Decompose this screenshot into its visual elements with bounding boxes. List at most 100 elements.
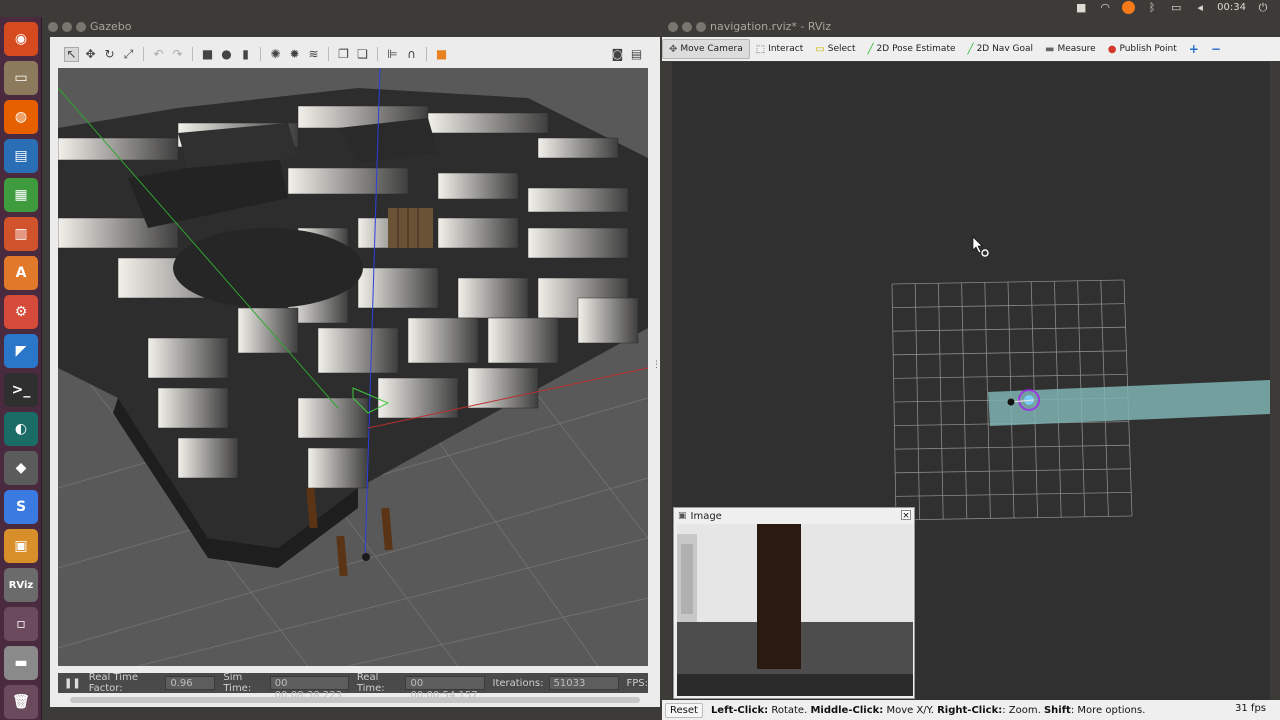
rotate-mode-icon[interactable]: ↻	[102, 47, 117, 62]
toolbar-separator	[328, 47, 329, 61]
select-mode-icon[interactable]: ↖	[64, 46, 79, 62]
tool-2d-pose-estimate[interactable]: ╱ 2D Pose Estimate	[862, 39, 962, 59]
simplenote-icon[interactable]: S	[4, 490, 38, 524]
real-time-label: Real Time:	[356, 672, 385, 694]
tool-interact-icon: ⬚	[755, 43, 766, 55]
remove-tool-icon[interactable]: −	[1205, 39, 1227, 59]
rtf-label: Real Time Factor:	[88, 672, 138, 694]
box-shape-icon[interactable]: ■	[200, 47, 215, 62]
power-icon[interactable]: ⏻	[1256, 1, 1270, 14]
rviz-icon[interactable]: RViz	[4, 568, 38, 602]
firefox-update-icon[interactable]	[1122, 1, 1136, 14]
iterations-label: Iterations:	[492, 677, 544, 689]
trash-icon[interactable]: 🗑	[4, 685, 38, 719]
scale-mode-icon[interactable]: ⤢	[121, 47, 136, 62]
gazebo-titlebar: Gazebo	[42, 17, 660, 37]
rtf-value: 0.96	[165, 676, 216, 690]
shift-desc: : More options.	[1070, 704, 1146, 716]
screenshot-icon[interactable]: ◙	[610, 47, 625, 62]
rviz-status-bar: Reset Left-Click: Rotate. Middle-Click: …	[662, 700, 1280, 720]
bluetooth-icon[interactable]: ᛒ	[1145, 1, 1159, 14]
camera-icon[interactable]: ■	[1074, 1, 1088, 14]
pause-icon[interactable]: ❚❚	[64, 678, 81, 689]
clock[interactable]: 00:34	[1217, 2, 1246, 13]
drive-icon[interactable]: ▬	[4, 646, 38, 680]
virtualbox-icon[interactable]: ▣	[4, 529, 38, 563]
maximize-window-button[interactable]	[696, 22, 706, 32]
align-icon[interactable]: ⊫	[385, 47, 400, 62]
record-icon[interactable]: ▤	[629, 47, 644, 62]
tool-publish-point-label: Publish Point	[1119, 44, 1177, 54]
reset-button[interactable]: Reset	[665, 702, 703, 718]
writer-icon[interactable]: ▤	[4, 139, 38, 173]
battery-icon[interactable]: ▭	[1169, 1, 1183, 14]
gazebo-toolbar: ↖ ✥ ↻ ⤢ ↶ ↷ ■ ● ▮ ✺ ✹ ≋ ❐ ❏ ⊫ ∩ ■ ◙ ▤	[58, 42, 650, 66]
right-click-key: Right-Click:	[937, 704, 1003, 716]
tool-publish-point-icon: ●	[1107, 43, 1117, 55]
toolbar-separator	[143, 47, 144, 61]
splitter-handle[interactable]: ⋮	[652, 360, 661, 380]
gazebo-3d-scene[interactable]	[58, 68, 648, 666]
software-center-icon[interactable]: A	[4, 256, 38, 290]
copy-icon[interactable]: ❐	[336, 47, 351, 62]
redo-icon[interactable]: ↷	[170, 47, 185, 62]
middle-click-key: Middle-Click:	[810, 704, 884, 716]
undo-icon[interactable]: ↶	[151, 47, 166, 62]
rviz-window-title: navigation.rviz* - RViz	[710, 20, 832, 33]
gitkraken-icon[interactable]: ◐	[4, 412, 38, 446]
tool-measure-icon: ▬	[1045, 43, 1055, 55]
middle-click-desc: Move X/Y.	[883, 704, 938, 716]
minimize-window-button[interactable]	[682, 22, 692, 32]
calc-icon[interactable]: ▦	[4, 178, 38, 212]
terminal-icon[interactable]: >_	[4, 373, 38, 407]
camera-image	[677, 524, 913, 696]
cylinder-shape-icon[interactable]: ▮	[238, 47, 253, 62]
firefox-icon[interactable]: ◍	[4, 100, 38, 134]
maximize-window-button[interactable]	[76, 22, 86, 32]
gazebo-icon[interactable]: ◆	[4, 451, 38, 485]
sim-time-label: Sim Time:	[223, 672, 252, 694]
impress-icon[interactable]: ▥	[4, 217, 38, 251]
rviz-titlebar: navigation.rviz* - RViz	[662, 17, 1280, 37]
files-icon[interactable]: ▭	[4, 61, 38, 95]
left-click-key: Left-Click:	[710, 704, 769, 716]
volume-icon[interactable]: ◂	[1193, 1, 1207, 14]
change-view-icon[interactable]: ■	[434, 47, 449, 62]
sphere-shape-icon[interactable]: ●	[219, 47, 234, 62]
directional-light-icon[interactable]: ≋	[306, 47, 321, 62]
close-window-button[interactable]	[48, 22, 58, 32]
add-tool-icon[interactable]: +	[1183, 39, 1205, 59]
fps-label: FPS:	[626, 677, 649, 689]
launcher: ◉ ▭ ◍ ▤ ▦ ▥ A ⚙ ◤ >_ ◐ ◆ S ▣ RViz ▫ ▬ 🗑	[0, 17, 42, 720]
settings-icon[interactable]: ⚙	[4, 295, 38, 329]
tool-publish-point[interactable]: ● Publish Point	[1102, 39, 1183, 59]
minimize-window-button[interactable]	[62, 22, 72, 32]
point-light-icon[interactable]: ✺	[268, 47, 283, 62]
toolbar-separator	[260, 47, 261, 61]
fps-counter: 31 fps	[1235, 703, 1266, 714]
close-icon[interactable]: ×	[901, 510, 911, 521]
image-panel-title: Image	[690, 510, 722, 522]
tool-move-camera-label: Move Camera	[680, 44, 743, 54]
tool-interact[interactable]: ⬚ Interact	[750, 39, 810, 59]
image-panel-header[interactable]: ▣ Image	[674, 508, 914, 524]
shift-key: Shift	[1043, 704, 1071, 716]
tool-move-camera[interactable]: ✥ Move Camera	[662, 39, 750, 59]
spot-light-icon[interactable]: ✹	[287, 47, 302, 62]
real-time-value: 00 00:00:54.157	[405, 676, 485, 701]
tool-measure[interactable]: ▬ Measure	[1039, 39, 1102, 59]
tool-2d-pose-estimate-label: 2D Pose Estimate	[876, 44, 956, 54]
paste-icon[interactable]: ❏	[355, 47, 370, 62]
iterations-value: 51033	[548, 676, 619, 690]
translate-mode-icon[interactable]: ✥	[83, 47, 98, 62]
snap-icon[interactable]: ∩	[404, 47, 419, 62]
wifi-icon[interactable]: ◠	[1098, 1, 1112, 14]
tool-2d-nav-goal[interactable]: ╱ 2D Nav Goal	[962, 39, 1039, 59]
close-window-button[interactable]	[668, 22, 678, 32]
workspace-switcher-icon[interactable]: ▫	[4, 607, 38, 641]
gazebo-horizontal-scrollbar[interactable]	[70, 697, 640, 703]
ubuntu-dash-icon[interactable]: ◉	[4, 22, 38, 56]
vscode-icon[interactable]: ◤	[4, 334, 38, 368]
tool-select[interactable]: ▭ Select	[809, 39, 861, 59]
image-panel: ▣ Image ×	[673, 507, 915, 699]
